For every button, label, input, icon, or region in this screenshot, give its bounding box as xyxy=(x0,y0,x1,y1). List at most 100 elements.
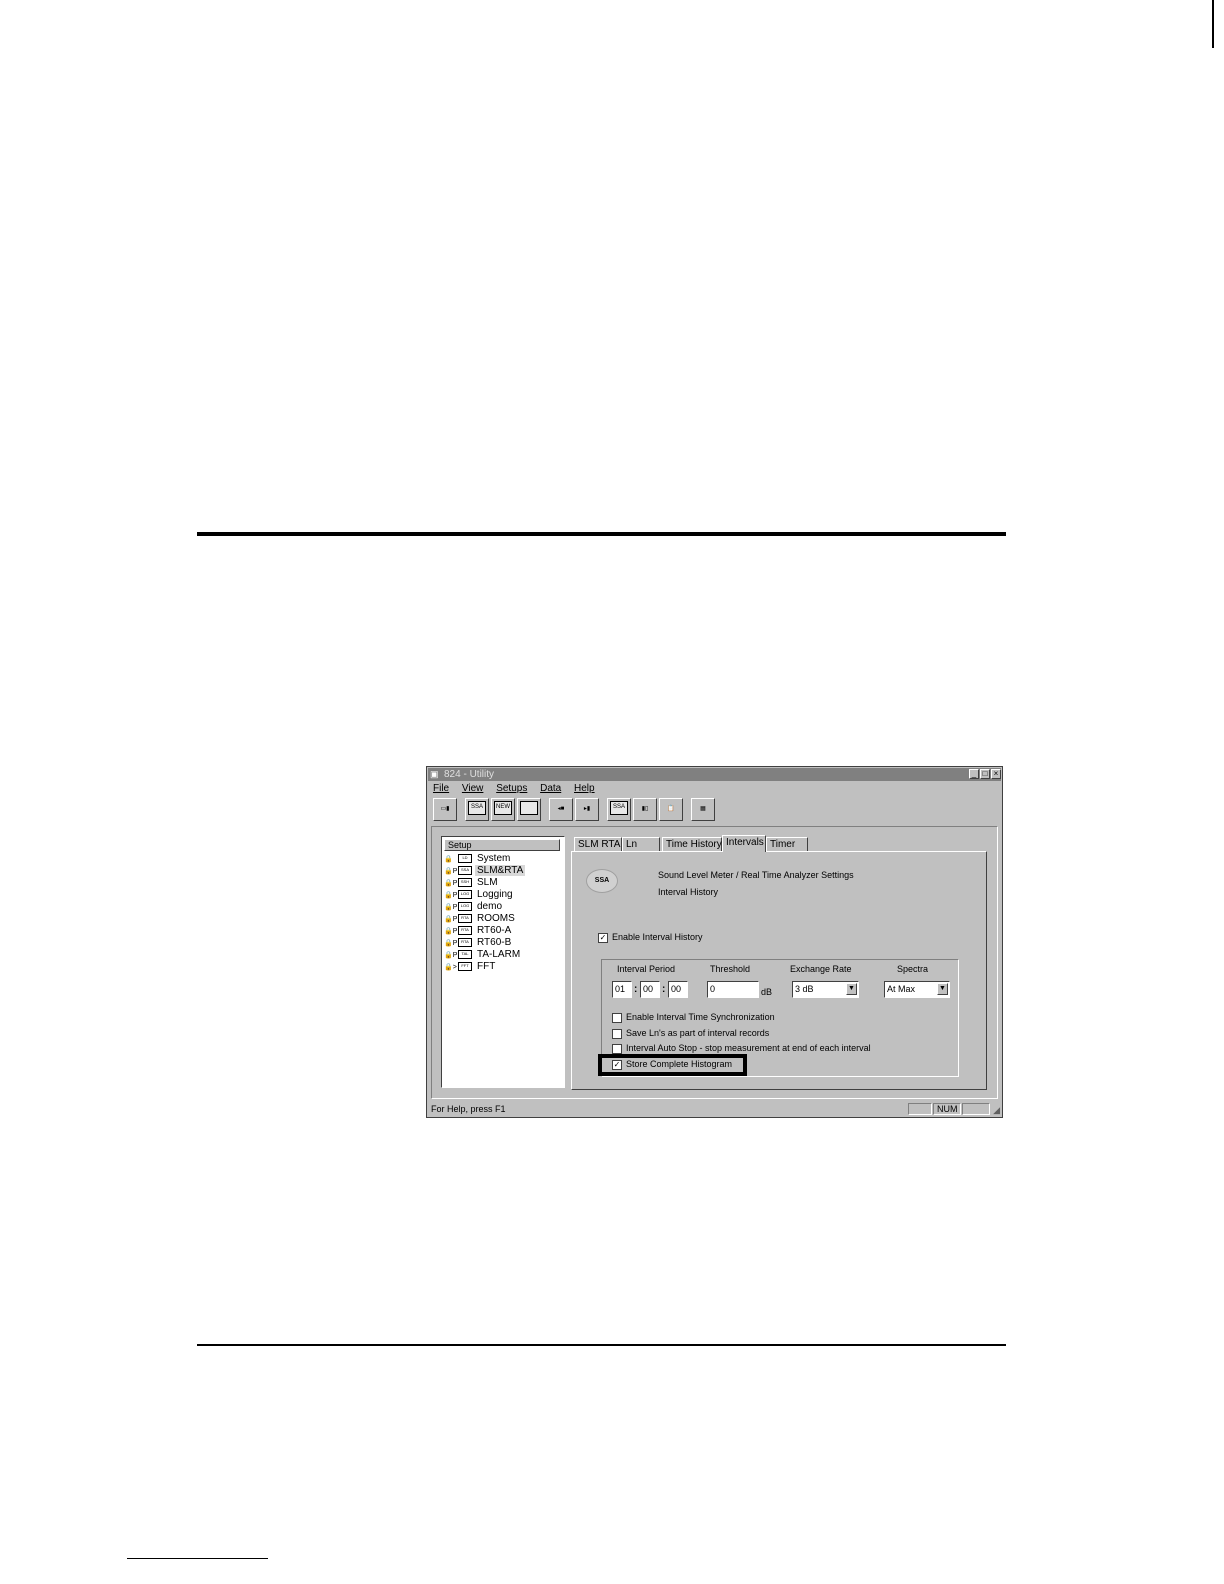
setup-tree[interactable]: Setup 🔒 LD System 🔒P SSA SLM&RTA 🔒P SSH SLM 🔒P… xyxy=(441,836,565,1088)
page-edge-mark xyxy=(1212,0,1214,48)
tree-item-rt60-a[interactable]: 🔒P RTA RT60-A xyxy=(444,925,513,937)
save-button[interactable]: ◂■ xyxy=(549,798,573,821)
tree-item-ta-larm[interactable]: 🔒P TAL TA-LARM xyxy=(444,949,522,961)
tab-timer[interactable]: Timer xyxy=(766,837,808,851)
ssa-icon: SSA xyxy=(468,801,486,816)
menu-data[interactable]: Data xyxy=(540,783,561,794)
title-bar[interactable]: ▣ 824 - Utility _ □ × xyxy=(428,768,1001,781)
intervals-panel: SSA Sound Level Meter / Real Time Analyz… xyxy=(571,851,987,1090)
panel-heading: Sound Level Meter / Real Time Analyzer S… xyxy=(658,870,854,880)
option-time-sync[interactable]: Enable Interval Time Synchronization xyxy=(612,1012,775,1023)
exchange-rate-select[interactable]: 3 dB ▼ xyxy=(792,981,859,998)
threshold-unit: dB xyxy=(761,987,773,997)
menu-view[interactable]: View xyxy=(462,783,484,794)
resize-grip-icon[interactable]: ◢ xyxy=(993,1106,1000,1115)
auto-stop-checkbox[interactable] xyxy=(612,1043,622,1054)
close-button[interactable]: × xyxy=(991,769,1001,779)
app-icon: ▣ xyxy=(430,769,439,779)
meter-data-button[interactable]: ▮▯ xyxy=(633,798,657,821)
status-pane-blank xyxy=(908,1103,932,1115)
tab-time-history[interactable]: Time History xyxy=(662,837,722,851)
rta-icon xyxy=(520,801,538,816)
status-pane-scrl xyxy=(962,1103,990,1115)
option-save-lns[interactable]: Save Ln's as part of interval records xyxy=(612,1028,769,1039)
utility-window: ▣ 824 - Utility _ □ × File View Setups D… xyxy=(426,766,1003,1118)
meter-icon: ▸▮ xyxy=(583,806,591,812)
ssa-button[interactable]: SSA xyxy=(465,798,489,821)
tree-item-demo[interactable]: 🔒P LOG demo xyxy=(444,901,504,913)
menu-file[interactable]: File xyxy=(433,783,449,794)
status-num: NUM xyxy=(933,1103,961,1115)
computer-meter-icon: ▭▮ xyxy=(440,806,450,812)
setup-type-badge: LD xyxy=(458,853,472,863)
rta-button[interactable] xyxy=(517,798,541,821)
setup-type-badge: RTA xyxy=(458,937,472,947)
threshold-field[interactable]: 0 xyxy=(707,981,759,998)
menu-help[interactable]: Help xyxy=(574,783,595,794)
save-lns-checkbox[interactable] xyxy=(612,1028,622,1039)
ssa-new-button[interactable]: NEW xyxy=(491,798,515,821)
tree-item-slm-rta[interactable]: 🔒P SSA SLM&RTA xyxy=(444,865,526,877)
grid-button[interactable]: ▦ xyxy=(691,798,715,821)
tree-item-slm[interactable]: 🔒P SSH SLM xyxy=(444,877,500,889)
setup-type-badge: FFT xyxy=(458,961,472,971)
send-setup-button[interactable]: ▭▮ xyxy=(433,798,457,821)
panel-subheading: Interval History xyxy=(658,887,719,897)
option-auto-stop[interactable]: Interval Auto Stop - stop measurement at… xyxy=(612,1043,871,1054)
ssa-active-button[interactable]: SSA xyxy=(607,798,631,821)
status-bar: For Help, press F1 NUM ◢ xyxy=(428,1102,1001,1116)
time-separator: : xyxy=(634,984,638,995)
interval-hours-field[interactable]: 01 xyxy=(612,981,632,998)
setup-type-badge: SSH xyxy=(458,877,472,887)
window-title: 824 - Utility xyxy=(444,769,495,780)
ssa-new-icon: NEW xyxy=(494,801,512,816)
disk-icon: ◂■ xyxy=(557,806,565,812)
page-top-rule xyxy=(197,532,1006,536)
interval-seconds-field[interactable]: 00 xyxy=(668,981,688,998)
callout-highlight-box xyxy=(598,1054,747,1076)
enable-interval-history-label: Enable Interval History xyxy=(612,932,703,942)
meter-button[interactable]: ▸▮ xyxy=(575,798,599,821)
grid-icon: ▦ xyxy=(700,806,706,812)
interval-minutes-field[interactable]: 00 xyxy=(640,981,660,998)
clipboard-button[interactable]: 📋 xyxy=(659,798,683,821)
enable-interval-history[interactable]: ✓ Enable Interval History xyxy=(598,932,703,943)
tree-header[interactable]: Setup xyxy=(444,839,560,851)
tree-item-fft[interactable]: 🔒> FFT FFT xyxy=(444,961,497,973)
tab-slm-rta[interactable]: SLM RTA xyxy=(574,837,622,851)
tree-item-rooms[interactable]: 🔒P RTA ROOMS xyxy=(444,913,517,925)
meter-data-icon: ▮▯ xyxy=(641,806,649,812)
chevron-down-icon[interactable]: ▼ xyxy=(937,983,948,995)
page-bottom-rule xyxy=(197,1344,1006,1346)
enable-interval-history-checkbox[interactable]: ✓ xyxy=(598,932,608,943)
setup-type-badge: RTA xyxy=(458,913,472,923)
interval-settings-group: Interval Period Threshold Exchange Rate … xyxy=(598,959,959,1077)
threshold-label: Threshold xyxy=(710,964,751,974)
setup-type-badge: SSA xyxy=(458,865,472,875)
setup-type-badge: RTA xyxy=(458,925,472,935)
lock-icon: 🔒> xyxy=(444,964,457,971)
footnote-rule xyxy=(127,1558,268,1559)
chevron-down-icon[interactable]: ▼ xyxy=(846,983,857,995)
time-separator: : xyxy=(662,984,666,995)
setup-type-badge: LOG xyxy=(458,901,472,911)
client-area: Setup 🔒 LD System 🔒P SSA SLM&RTA 🔒P SSH SLM 🔒P… xyxy=(431,826,998,1099)
tree-item-rt60-b[interactable]: 🔒P RTA RT60-B xyxy=(444,937,513,949)
spectra-label: Spectra xyxy=(897,964,929,974)
tree-item-logging[interactable]: 🔒P LOG Logging xyxy=(444,889,515,901)
exchange-rate-label: Exchange Rate xyxy=(790,964,852,974)
clipboard-icon: 📋 xyxy=(667,806,675,812)
interval-period-label: Interval Period xyxy=(617,964,676,974)
tree-item-system[interactable]: 🔒 LD System xyxy=(444,853,512,865)
tab-ln[interactable]: Ln xyxy=(622,837,660,851)
tab-intervals[interactable]: Intervals xyxy=(722,835,766,852)
setup-type-badge: TAL xyxy=(458,949,472,959)
menu-setups[interactable]: Setups xyxy=(496,783,527,794)
status-help-text: For Help, press F1 xyxy=(431,1104,506,1114)
spectra-select[interactable]: At Max ▼ xyxy=(884,981,950,998)
ssa-active-icon: SSA xyxy=(610,801,628,816)
minimize-button[interactable]: _ xyxy=(969,769,979,779)
maximize-button[interactable]: □ xyxy=(980,769,990,779)
setup-type-badge: LOG xyxy=(458,889,472,899)
time-sync-checkbox[interactable] xyxy=(612,1012,622,1023)
